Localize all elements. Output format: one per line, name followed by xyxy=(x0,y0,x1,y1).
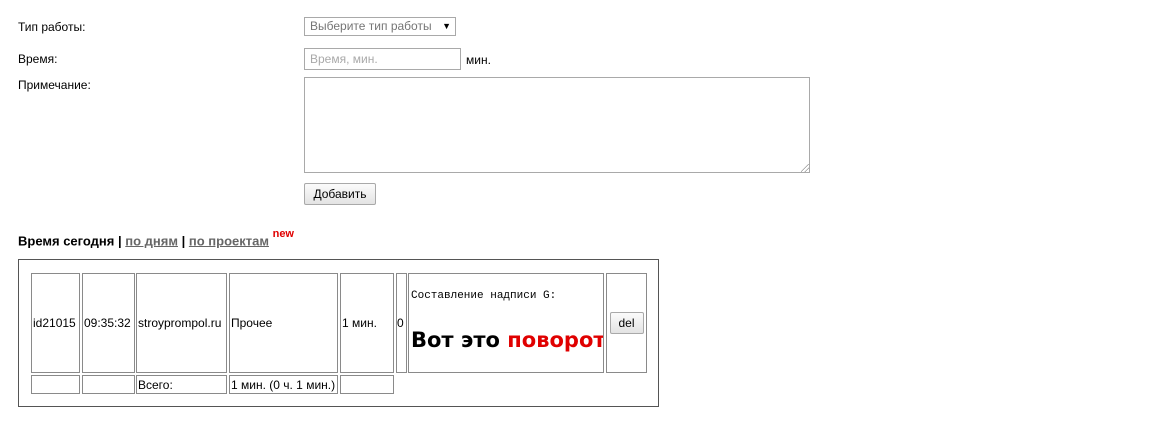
resize-grip-icon[interactable] xyxy=(801,164,809,172)
work-type-select[interactable]: Выберите тип работы ▼ xyxy=(304,17,456,36)
entry-duration: 1 мин. xyxy=(342,316,377,330)
delete-button[interactable]: del xyxy=(609,312,644,334)
by-projects-link[interactable]: по проектам xyxy=(189,233,269,248)
time-unit-label: мин. xyxy=(466,53,491,67)
entry-site: stroyprompol.ru xyxy=(138,316,222,330)
entry-note-big-part1: Вот это xyxy=(411,328,500,352)
dropdown-arrow-icon: ▼ xyxy=(442,21,451,31)
totals-label-cell: Всего: xyxy=(136,375,227,394)
note-label: Примечание: xyxy=(18,78,91,92)
totals-value: 1 мин. (0 ч. 1 мин.) xyxy=(231,377,336,392)
entry-time: 09:35:32 xyxy=(84,316,131,330)
by-days-link[interactable]: по дням xyxy=(125,233,178,248)
note-textarea-wrap xyxy=(304,77,810,173)
time-label: Время: xyxy=(18,52,58,66)
entry-note-big-part2: поворот xyxy=(507,328,604,352)
entry-actions-cell: del xyxy=(606,273,647,373)
totals-value-cell: 1 мин. (0 ч. 1 мин.) xyxy=(229,375,338,394)
heading-separator: | xyxy=(118,233,122,249)
totals-label: Всего: xyxy=(138,377,173,392)
entry-id: id21015 xyxy=(33,316,76,330)
work-type-select-value: Выберите тип работы xyxy=(310,19,432,33)
entry-type-cell: Прочее xyxy=(229,273,338,373)
entry-note-big: Вот это поворот xyxy=(411,328,604,352)
time-today-heading: Время сегодня | по дням | по проектам ne… xyxy=(18,228,294,249)
new-badge: new xyxy=(272,228,294,240)
entry-count: 0 xyxy=(397,316,404,330)
page-title: Время сегодня xyxy=(18,233,115,249)
totals-empty-cell xyxy=(340,375,394,394)
entry-time-cell: 09:35:32 xyxy=(82,273,135,373)
time-input[interactable] xyxy=(304,48,461,70)
time-entries-table: id21015 09:35:32 stroyprompol.ru Прочее … xyxy=(18,259,659,407)
entry-site-cell: stroyprompol.ru xyxy=(136,273,227,373)
totals-empty-cell xyxy=(82,375,135,394)
totals-empty-cell xyxy=(31,375,80,394)
entry-duration-cell: 1 мин. xyxy=(340,273,394,373)
entry-note-title: Составление надписи G: xyxy=(411,290,557,302)
entry-count-cell: 0 xyxy=(396,273,407,373)
entry-type: Прочее xyxy=(231,316,273,330)
entry-id-cell: id21015 xyxy=(31,273,80,373)
add-button[interactable]: Добавить xyxy=(304,183,376,205)
heading-separator: | xyxy=(181,233,186,249)
entry-note-cell: Составление надписи G: Вот это поворот xyxy=(408,273,604,373)
note-textarea[interactable] xyxy=(304,77,810,173)
work-type-label: Тип работы: xyxy=(18,20,86,34)
